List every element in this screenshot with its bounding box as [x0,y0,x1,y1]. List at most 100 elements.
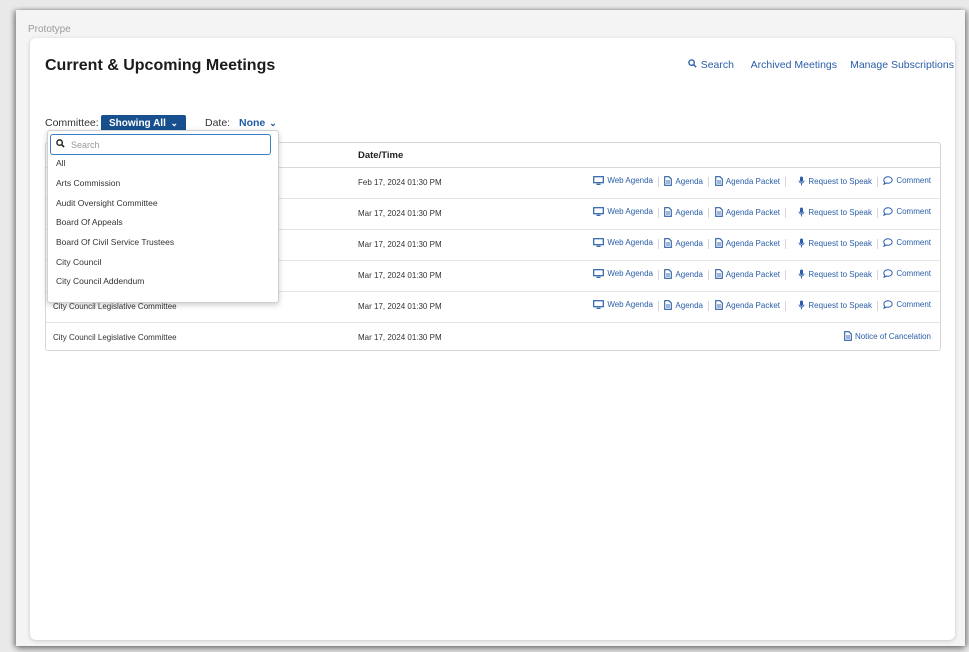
dropdown-option[interactable]: All [56,158,65,168]
web-agenda-link[interactable]: Web Agenda [593,238,653,247]
document-icon [714,207,723,217]
request-to-speak-link[interactable]: Request to Speak [798,238,872,248]
action-divider [877,301,878,311]
agenda-packet-link[interactable]: Agenda Packet [714,238,780,248]
committee-dropdown-menu: All Arts Commission Audit Oversight Commit… [47,130,279,303]
dropdown-option[interactable]: Board Of Civil Service Trustees [56,237,174,247]
action-divider [658,239,659,249]
comment-icon [883,269,894,278]
comment-link[interactable]: Comment [883,238,931,247]
agenda-packet-link-label: Agenda Packet [725,269,780,279]
agenda-link-label: Agenda [675,176,703,186]
action-divider [785,301,786,311]
agenda-link[interactable]: Agenda [664,238,703,248]
web-agenda-link[interactable]: Web Agenda [593,269,653,278]
action-divider [877,239,878,249]
dropdown-search [50,134,271,155]
agenda-link[interactable]: Agenda [664,269,703,279]
document-icon [664,176,673,186]
request-to-speak-link-label: Request to Speak [808,300,872,310]
comment-link[interactable]: Comment [883,207,931,216]
comment-link-label: Comment [896,238,931,247]
action-divider [708,208,709,218]
comment-icon [883,176,894,185]
search-link[interactable]: Search [687,59,734,71]
archived-meetings-link[interactable]: Archived Meetings [751,59,837,71]
prototype-label: Prototype [28,24,71,35]
action-divider [877,177,878,187]
web-agenda-link[interactable]: Web Agenda [593,207,653,216]
document-icon [714,176,723,186]
microphone-icon [798,238,805,248]
request-to-speak-link-label: Request to Speak [808,207,872,217]
web-agenda-link-label: Web Agenda [607,300,653,309]
monitor-icon [593,238,605,247]
monitor-icon [593,176,605,185]
agenda-packet-link-label: Agenda Packet [725,207,780,217]
monitor-icon [593,207,605,216]
agenda-packet-link[interactable]: Agenda Packet [714,269,780,279]
prototype-frame: Prototype Current & Upcoming Meetings Se… [16,10,965,646]
agenda-link[interactable]: Agenda [664,300,703,310]
action-divider [708,270,709,280]
meeting-name[interactable]: City Council Legislative Committee [53,302,177,311]
dropdown-option[interactable]: City Council Addendum [56,276,144,286]
date-dropdown-button[interactable]: None ⌄ [239,117,277,129]
web-agenda-link[interactable]: Web Agenda [593,300,653,309]
manage-subscriptions-link[interactable]: Manage Subscriptions [850,59,954,71]
committee-label: Committee: [45,117,99,129]
agenda-packet-link[interactable]: Agenda Packet [714,176,780,186]
agenda-link[interactable]: Agenda [664,176,703,186]
web-agenda-link-label: Web Agenda [607,207,653,216]
comment-link[interactable]: Comment [883,176,931,185]
dropdown-option[interactable]: Audit Oversight Committee [56,198,158,208]
request-to-speak-link[interactable]: Request to Speak [798,300,872,310]
agenda-link[interactable]: Agenda [664,207,703,217]
notice-of-cancelation-link[interactable]: Notice of Cancelation [844,331,931,341]
action-divider [785,208,786,218]
comment-icon [883,207,894,216]
request-to-speak-link-label: Request to Speak [808,269,872,279]
request-to-speak-link-label: Request to Speak [808,238,872,248]
action-divider [658,270,659,280]
agenda-link-label: Agenda [675,269,703,279]
agenda-packet-link[interactable]: Agenda Packet [714,207,780,217]
comment-icon [883,238,894,247]
web-agenda-link-label: Web Agenda [607,269,653,278]
action-divider [658,208,659,218]
agenda-link-label: Agenda [675,300,703,310]
document-icon [714,238,723,248]
comment-link[interactable]: Comment [883,269,931,278]
search-icon [687,59,697,68]
dropdown-option[interactable]: City Council [56,257,101,267]
meeting-name[interactable]: City Council Legislative Committee [53,333,177,342]
agenda-link-label: Agenda [675,238,703,248]
web-agenda-link[interactable]: Web Agenda [593,176,653,185]
request-to-speak-link[interactable]: Request to Speak [798,176,872,186]
search-icon [56,139,65,148]
microphone-icon [798,207,805,217]
meeting-datetime: Mar 17, 2024 01:30 PM [358,240,442,249]
dropdown-option[interactable]: Board Of Appeals [56,217,123,227]
committee-value: Showing All [109,118,166,129]
request-to-speak-link-label: Request to Speak [808,176,872,186]
chevron-down-icon: ⌄ [170,118,178,128]
microphone-icon [798,300,805,310]
page-title: Current & Upcoming Meetings [45,57,276,74]
request-to-speak-link[interactable]: Request to Speak [798,269,872,279]
agenda-packet-link-label: Agenda Packet [725,300,780,310]
action-divider [785,239,786,249]
comment-link-label: Comment [896,300,931,309]
dropdown-search-input[interactable] [69,137,263,153]
agenda-packet-link[interactable]: Agenda Packet [714,300,780,310]
document-icon [714,269,723,279]
comment-link[interactable]: Comment [883,300,931,309]
document-icon [664,207,673,217]
dropdown-option[interactable]: Arts Commission [56,178,120,188]
action-divider [708,177,709,187]
action-divider [658,177,659,187]
request-to-speak-link[interactable]: Request to Speak [798,207,872,217]
agenda-link-label: Agenda [675,207,703,217]
monitor-icon [593,269,605,278]
chevron-down-icon: ⌄ [269,118,277,128]
